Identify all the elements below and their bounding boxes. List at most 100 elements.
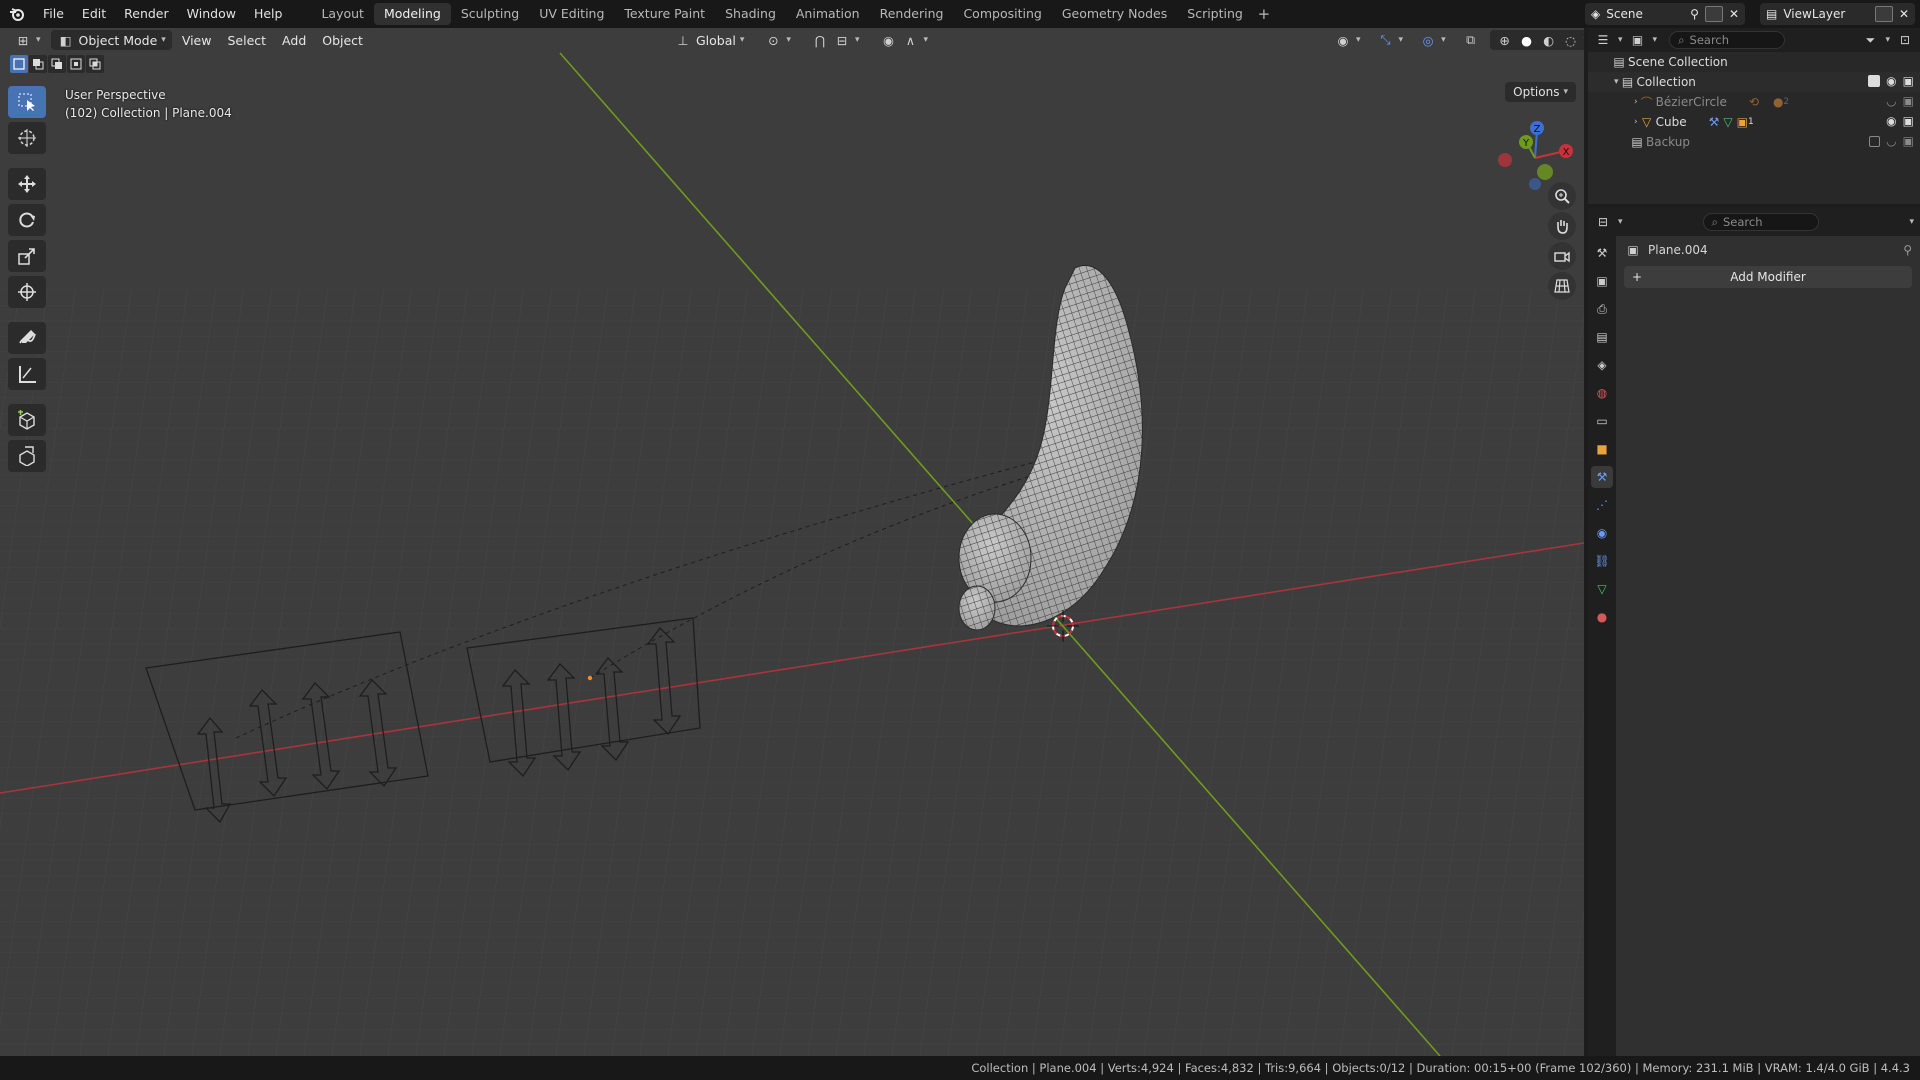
add-modifier-button[interactable]: + Add Modifier [1624,266,1912,288]
editor-type-button[interactable]: ⊞ ▾ [8,30,47,50]
3d-viewport[interactable]: ⊞ ▾ ◧ Object Mode ▾ View Select Add Object … [0,28,1584,1056]
scene-tab-icon[interactable]: ◈ [1591,354,1613,376]
outliner-editor-icon[interactable]: ☰ [1594,31,1612,49]
tab-uv-editing[interactable]: UV Editing [529,3,614,25]
particles-tab-icon[interactable]: ⋰ [1591,494,1613,516]
collection-tab-icon[interactable]: ▭ [1591,410,1613,432]
scale-tool-icon[interactable] [8,240,46,272]
tab-sculpting[interactable]: Sculpting [451,3,529,25]
render-camera-icon[interactable]: ▣ [1903,94,1914,108]
pan-hand-icon[interactable] [1548,212,1576,240]
menu-render[interactable]: Render [115,0,178,28]
snap-toggle[interactable]: ⋂ ⊟ ▾ [805,30,866,50]
viewlayer-selector[interactable]: ▤ ViewLayer ✕ [1760,3,1915,25]
proportional-edit-toggle[interactable]: ◉ ∧ ▾ [873,30,934,50]
select-extend-icon[interactable] [29,55,47,73]
add-workspace-button[interactable]: + [1253,3,1275,25]
cursor-tool-icon[interactable] [8,122,46,154]
properties-options-chevron[interactable]: ▾ [1909,217,1914,227]
viewport-scene[interactable] [0,28,1584,1056]
tab-shading[interactable]: Shading [715,3,786,25]
rendered-shading-icon[interactable]: ◌ [1562,31,1580,49]
outliner-collection-backup[interactable]: ▤ Backup ◡ ▣ [1588,132,1920,152]
select-intersect-icon[interactable] [86,55,104,73]
add-cube-tool-icon[interactable] [8,404,46,436]
outliner-item-cube[interactable]: › ▽ Cube ⚒ ▽ ▣ 1 ◉ ▣ [1588,112,1920,132]
outliner-item-beziercircle[interactable]: › ⌒ BézierCircle ⟲ ● 2 ◡ ▣ [1588,92,1920,112]
overlays-toggle[interactable]: ◎ ▾ [1413,30,1452,50]
blender-logo-icon[interactable] [0,0,34,28]
options-dropdown[interactable]: Options ▾ [1505,82,1576,102]
transform-tool-icon[interactable] [8,276,46,308]
tab-animation[interactable]: Animation [786,3,870,25]
shading-modes[interactable]: ⊕ ● ◐ ◌ ▾ [1489,30,1584,50]
wireframe-shading-icon[interactable]: ⊕ [1496,31,1514,49]
mode-dropdown[interactable]: ◧ Object Mode ▾ [50,30,172,50]
filter-icon[interactable]: ⏷ [1861,31,1879,49]
render-camera-icon[interactable]: ▣ [1903,134,1914,148]
remove-scene-icon[interactable]: ✕ [1729,7,1739,21]
menu-window[interactable]: Window [178,0,245,28]
xray-toggle[interactable]: ⧉ [1456,30,1486,50]
menu-add[interactable]: Add [276,30,312,50]
visibility-eye-icon[interactable]: ◉ [1886,74,1896,88]
orientation-dropdown[interactable]: ⊥ Global ▾ [668,30,750,50]
scene-selector[interactable]: ◈ Scene ⚲ ✕ [1585,3,1745,25]
pivot-dropdown[interactable]: ⊙ ▾ [758,30,797,50]
remove-viewlayer-icon[interactable]: ✕ [1899,7,1909,21]
menu-view[interactable]: View [176,30,218,50]
outliner-collection[interactable]: ▾ ▤ Collection ◉ ▣ [1588,72,1920,92]
tab-layout[interactable]: Layout [311,3,374,25]
menu-edit[interactable]: Edit [73,0,115,28]
pin-icon[interactable]: ⚲ [1690,7,1699,21]
extrude-tool-icon[interactable] [8,440,46,472]
tool-tab-icon[interactable]: ⚒ [1591,242,1613,264]
material-tab-icon[interactable]: ● [1591,606,1613,628]
render-camera-icon[interactable]: ▣ [1903,74,1914,88]
select-new-icon[interactable] [10,55,28,73]
visibility-dropdown[interactable]: ◉ ▾ [1328,30,1367,50]
visibility-eye-icon[interactable]: ◉ [1886,114,1896,128]
new-viewlayer-icon[interactable] [1874,6,1893,22]
rotate-tool-icon[interactable] [8,204,46,236]
physics-tab-icon[interactable]: ◉ [1591,522,1613,544]
new-collection-icon[interactable]: ⊡ [1896,31,1914,49]
select-invert-icon[interactable] [67,55,85,73]
output-tab-icon[interactable]: ⎙ [1591,298,1613,320]
menu-file[interactable]: File [34,0,73,28]
hidden-eye-icon[interactable]: ◡ [1886,134,1896,148]
outliner-search-input[interactable]: ⌕ Search [1669,31,1786,49]
tab-geometry-nodes[interactable]: Geometry Nodes [1052,3,1177,25]
exclude-checkbox[interactable] [1869,135,1881,147]
gizmo-toggle[interactable]: ⤡ ▾ [1371,30,1410,50]
outliner-scene-collection[interactable]: ▤ Scene Collection [1588,52,1920,72]
new-scene-icon[interactable] [1704,6,1723,22]
display-mode-icon[interactable]: ▣ [1629,31,1647,49]
solid-shading-icon[interactable]: ● [1518,31,1536,49]
camera-view-icon[interactable] [1548,242,1576,270]
hidden-eye-icon[interactable]: ◡ [1886,94,1896,108]
world-tab-icon[interactable]: ◍ [1591,382,1613,404]
render-camera-icon[interactable]: ▣ [1903,114,1914,128]
measure-tool-icon[interactable] [8,358,46,390]
exclude-checkbox[interactable] [1868,75,1881,87]
menu-select[interactable]: Select [221,30,272,50]
select-subtract-icon[interactable] [48,55,66,73]
perspective-toggle-icon[interactable] [1548,272,1576,300]
constraints-tab-icon[interactable]: ⛓ [1591,550,1613,572]
view-layer-tab-icon[interactable]: ▤ [1591,326,1613,348]
tab-texture-paint[interactable]: Texture Paint [614,3,715,25]
tab-compositing[interactable]: Compositing [953,3,1051,25]
tab-modeling[interactable]: Modeling [373,3,451,25]
object-tab-icon[interactable]: ■ [1591,438,1613,460]
properties-editor-icon[interactable]: ⊟ [1594,213,1612,231]
properties-search-input[interactable]: ⌕ Search [1702,213,1819,231]
data-tab-icon[interactable]: ▽ [1591,578,1613,600]
move-tool-icon[interactable] [8,168,46,200]
zoom-icon[interactable] [1548,182,1576,210]
material-shading-icon[interactable]: ◐ [1540,31,1558,49]
menu-object[interactable]: Object [316,30,369,50]
pin-icon[interactable]: ⚲ [1903,243,1912,257]
annotate-tool-icon[interactable] [8,322,46,354]
tab-rendering[interactable]: Rendering [870,3,954,25]
